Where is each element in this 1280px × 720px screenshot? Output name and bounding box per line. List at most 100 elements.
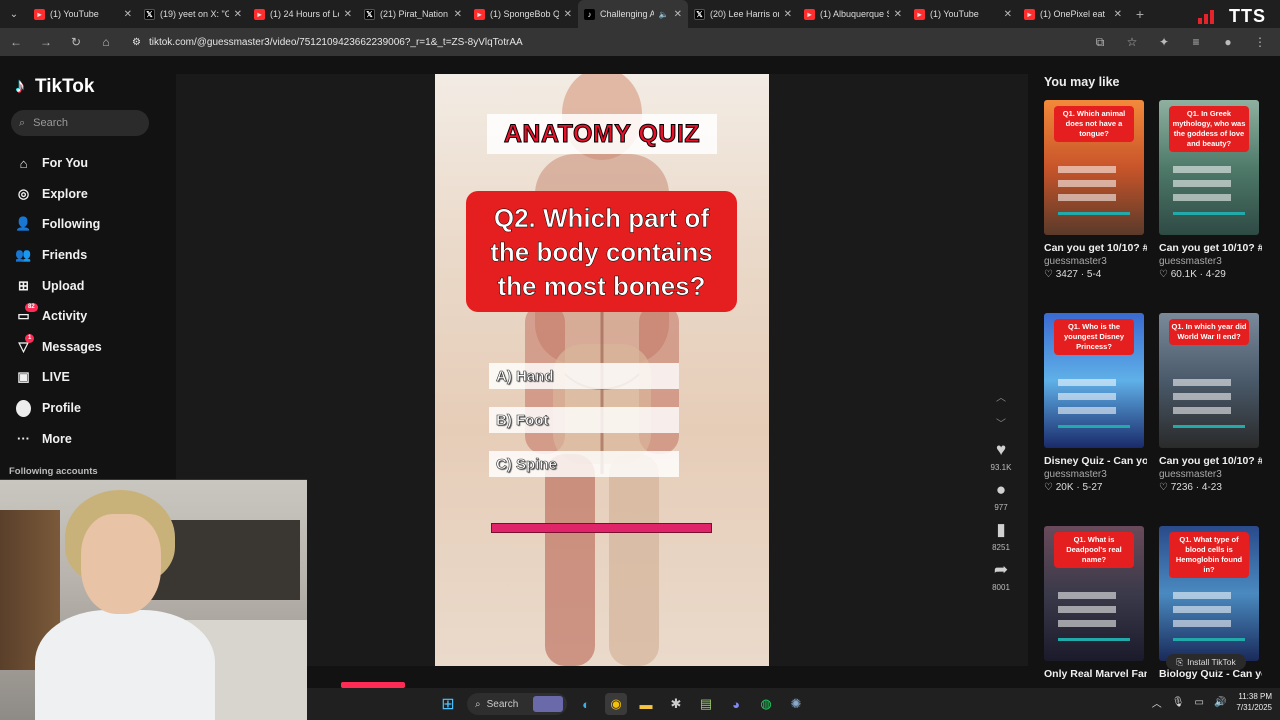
video-actions: ♥ 93.1K ● 977 ▮ 8251 ➦ 8001 bbox=[983, 440, 1019, 600]
card-title[interactable]: Can you get 10/10? #mythology #myth... bbox=[1159, 241, 1262, 255]
sidebar-item-following[interactable]: 👤 Following bbox=[15, 209, 102, 240]
card-title[interactable]: Can you get 10/10? #quiz #quiztime... bbox=[1159, 454, 1262, 468]
browser-menu-icon[interactable]: ⋮ bbox=[1252, 35, 1268, 50]
like-button[interactable]: ♥ 93.1K bbox=[983, 440, 1019, 472]
close-icon[interactable]: ✕ bbox=[234, 9, 242, 20]
card-title[interactable]: Only Real Marvel Fans Can Score 7/... bbox=[1044, 667, 1147, 681]
video-thumbnail[interactable]: Q1. In which year did World War II end? bbox=[1159, 313, 1259, 448]
tab-search-icon[interactable]: ⌄ bbox=[0, 0, 28, 28]
profile-icon[interactable]: ● bbox=[1220, 35, 1236, 50]
sidebar-item-explore[interactable]: ◎ Explore bbox=[16, 179, 102, 210]
browser-tab[interactable]: ▸ (1) 24 Hours of Lo ✕ bbox=[248, 0, 358, 28]
video-player[interactable]: ANATOMY QUIZ Q2. Which part of the body … bbox=[435, 74, 769, 666]
spotify-icon[interactable]: ◍ bbox=[755, 693, 777, 715]
extensions-icon[interactable]: ✦ bbox=[1156, 35, 1172, 50]
answer-b: B) Foot bbox=[489, 407, 679, 433]
card-username[interactable]: guessmaster3 bbox=[1044, 469, 1147, 480]
microphone-icon[interactable]: 🎙 bbox=[1172, 697, 1185, 708]
tiktok-logo[interactable]: TikTok bbox=[15, 75, 94, 98]
discord-icon[interactable]: ◕ bbox=[725, 693, 747, 715]
card-username[interactable]: guessmaster3 bbox=[1159, 256, 1262, 267]
home-icon[interactable]: ⌂ bbox=[98, 35, 114, 49]
close-icon[interactable]: ✕ bbox=[564, 9, 572, 20]
bookmark-button[interactable]: ▮ 8251 bbox=[983, 520, 1019, 552]
windows-start-icon[interactable]: ⊞ bbox=[437, 693, 459, 715]
thumbnail-question: Q1. What type of blood cells is Hemoglob… bbox=[1169, 532, 1249, 578]
close-icon[interactable]: ✕ bbox=[1114, 9, 1122, 20]
file-explorer-icon[interactable]: ▬ bbox=[635, 693, 657, 715]
media-control-icon[interactable]: ≡ bbox=[1188, 35, 1204, 50]
sidebar-item-friends[interactable]: 👥 Friends bbox=[15, 240, 102, 271]
install-label: Install TikTok bbox=[1187, 657, 1236, 667]
install-app-icon[interactable]: ⧉ bbox=[1092, 35, 1108, 50]
volume-icon[interactable]: 🔊 bbox=[1214, 697, 1226, 708]
bookmark-star-icon[interactable]: ☆ bbox=[1124, 35, 1140, 50]
forward-icon[interactable]: → bbox=[38, 35, 54, 49]
sidebar-item-activity[interactable]: ▭ 82 Activity bbox=[16, 301, 102, 332]
edge-icon[interactable]: ◐ bbox=[575, 693, 597, 715]
card-likes: 7236 bbox=[1170, 482, 1193, 493]
video-thumbnail[interactable]: Q1. In Greek mythology, who was the godd… bbox=[1159, 100, 1259, 235]
mail-icon[interactable]: ▤ bbox=[695, 693, 717, 715]
browser-tab[interactable]: ▸ (1) Albuquerque S ✕ bbox=[798, 0, 908, 28]
previous-video-icon[interactable]: ︿ bbox=[991, 386, 1011, 412]
sidebar-item-for-you[interactable]: ⌂ For You bbox=[16, 148, 102, 179]
sidebar-item-label: Messages bbox=[42, 339, 102, 354]
new-tab-button[interactable]: + bbox=[1128, 6, 1152, 22]
sidebar-item-profile[interactable]: Profile bbox=[16, 393, 102, 424]
video-thumbnail[interactable]: Q1. Which animal does not have a tongue? bbox=[1044, 100, 1144, 235]
comment-button[interactable]: ● 977 bbox=[983, 480, 1019, 512]
site-info-icon[interactable]: ⚙ bbox=[132, 37, 141, 48]
recommended-video-card[interactable]: Q1. Which animal does not have a tongue?… bbox=[1044, 100, 1147, 280]
app-icon[interactable]: ✱ bbox=[665, 693, 687, 715]
search-input[interactable]: ⌕ Search bbox=[11, 110, 149, 136]
tab-audio-icon[interactable]: 🔈 bbox=[659, 10, 669, 19]
youtube-icon: ▸ bbox=[914, 8, 925, 20]
card-title[interactable]: Disney Quiz - Can you get 10/10?... bbox=[1044, 454, 1147, 468]
close-icon[interactable]: ✕ bbox=[124, 9, 132, 20]
sidebar-item-messages[interactable]: ▽ 1 Messages bbox=[16, 332, 102, 363]
browser-tab[interactable]: ▸ (1) YouTube ✕ bbox=[908, 0, 1018, 28]
chrome-icon[interactable]: ◉ bbox=[605, 693, 627, 715]
url-field[interactable]: ⚙ tiktok.com/@guessmaster3/video/7512109… bbox=[128, 31, 1078, 53]
network-app-icon[interactable]: ✺ bbox=[785, 693, 807, 715]
next-video-icon[interactable]: ﹀ bbox=[991, 412, 1011, 438]
close-icon[interactable]: ✕ bbox=[1004, 9, 1012, 20]
reload-icon[interactable]: ↻ bbox=[68, 35, 84, 49]
clock[interactable]: 11:38 PM 7/31/2025 bbox=[1236, 691, 1272, 713]
card-title[interactable]: Can you get 10/10? #quiz #quiztime... bbox=[1044, 241, 1147, 255]
recommended-video-card[interactable]: Q1. What is Deadpool's real name? Only Re… bbox=[1044, 526, 1147, 681]
recommended-video-card[interactable]: Q1. In Greek mythology, who was the godd… bbox=[1159, 100, 1262, 280]
sidebar-item-live[interactable]: ▣ LIVE bbox=[16, 362, 102, 393]
video-thumbnail[interactable]: Q1. What type of blood cells is Hemoglob… bbox=[1159, 526, 1259, 661]
browser-tab[interactable]: ▸ (1) OnePixel eat ✕ bbox=[1018, 0, 1128, 28]
following-accounts-heading: Following accounts bbox=[9, 466, 98, 477]
card-username[interactable]: guessmaster3 bbox=[1159, 469, 1262, 480]
share-button[interactable]: ➦ 8001 bbox=[983, 560, 1019, 592]
taskbar-search[interactable]: ⌕ Search bbox=[467, 693, 567, 715]
browser-tab[interactable]: 𝕏 (21) Pirat_Nation (✕ bbox=[358, 0, 468, 28]
card-username[interactable]: guessmaster3 bbox=[1044, 256, 1147, 267]
close-icon[interactable]: ✕ bbox=[894, 9, 902, 20]
close-icon[interactable]: ✕ bbox=[344, 9, 352, 20]
monitor-icon[interactable]: ▭ bbox=[1195, 697, 1204, 708]
thumbnail-option bbox=[1058, 620, 1116, 627]
sidebar-item-upload[interactable]: ⊞ Upload bbox=[16, 270, 102, 301]
recommended-video-card[interactable]: Q1. Who is the youngest Disney Princess?… bbox=[1044, 313, 1147, 493]
browser-tab[interactable]: ▸ (1) YouTube ✕ bbox=[28, 0, 138, 28]
back-icon[interactable]: ← bbox=[8, 35, 24, 49]
x-icon: 𝕏 bbox=[144, 8, 155, 20]
close-icon[interactable]: ✕ bbox=[674, 9, 682, 20]
tray-overflow-icon[interactable]: ︿ bbox=[1152, 695, 1162, 710]
video-thumbnail[interactable]: Q1. Who is the youngest Disney Princess? bbox=[1044, 313, 1144, 448]
video-thumbnail[interactable]: Q1. What is Deadpool's real name? bbox=[1044, 526, 1144, 661]
browser-tab[interactable]: ▸ (1) SpongeBob Qu ✕ bbox=[468, 0, 578, 28]
browser-tab[interactable]: 𝕏 (20) Lee Harris on ✕ bbox=[688, 0, 798, 28]
install-tiktok-button[interactable]: ⎘ Install TikTok bbox=[1166, 654, 1246, 670]
recommended-video-card[interactable]: Q1. In which year did World War II end? C… bbox=[1159, 313, 1262, 493]
browser-tab[interactable]: ♪ Challenging A 🔈 ✕ bbox=[578, 0, 688, 28]
close-icon[interactable]: ✕ bbox=[454, 9, 462, 20]
close-icon[interactable]: ✕ bbox=[784, 9, 792, 20]
sidebar-item-more[interactable]: ··· More bbox=[16, 423, 102, 454]
browser-tab[interactable]: 𝕏 (19) yeet on X: "G ✕ bbox=[138, 0, 248, 28]
